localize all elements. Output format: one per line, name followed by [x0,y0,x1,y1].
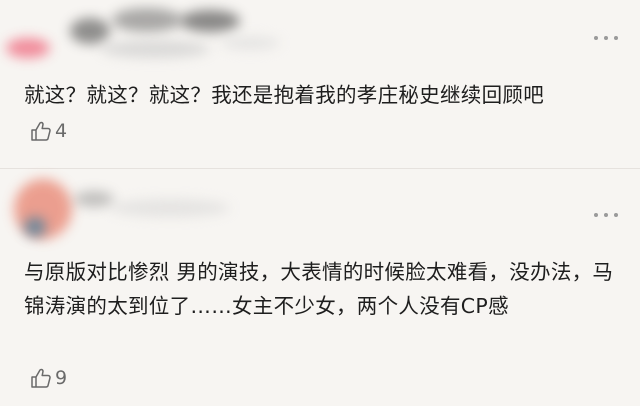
more-options-button[interactable] [594,35,618,41]
comment-text: 就这？就这？就这？我还是抱着我的孝庄秘史继续回顾吧 [24,83,544,107]
like-button[interactable]: 4 [30,120,67,142]
more-dots-icon [594,213,598,217]
like-button[interactable]: 9 [30,367,67,389]
like-count: 9 [55,367,68,389]
more-dots-icon [594,36,598,40]
like-count: 4 [55,120,68,142]
comment-item: 与原版对比惨烈 男的演技，大表情的时候脸太难看，没办法，马锦涛演的太到位了……女… [0,169,640,406]
redacted-user-header [0,169,330,239]
thumbs-up-icon [31,121,51,141]
comment-text: 与原版对比惨烈 男的演技，大表情的时候脸太难看，没办法，马锦涛演的太到位了……女… [24,260,614,318]
redacted-user-header [0,0,330,70]
thumbs-up-icon [31,368,51,388]
comment-item: 就这？就这？就这？我还是抱着我的孝庄秘史继续回顾吧 4 [0,0,640,168]
comment-feed: 就这？就这？就这？我还是抱着我的孝庄秘史继续回顾吧 4 与原版对比惨烈 男的演技… [0,0,640,406]
more-options-button[interactable] [594,212,618,218]
